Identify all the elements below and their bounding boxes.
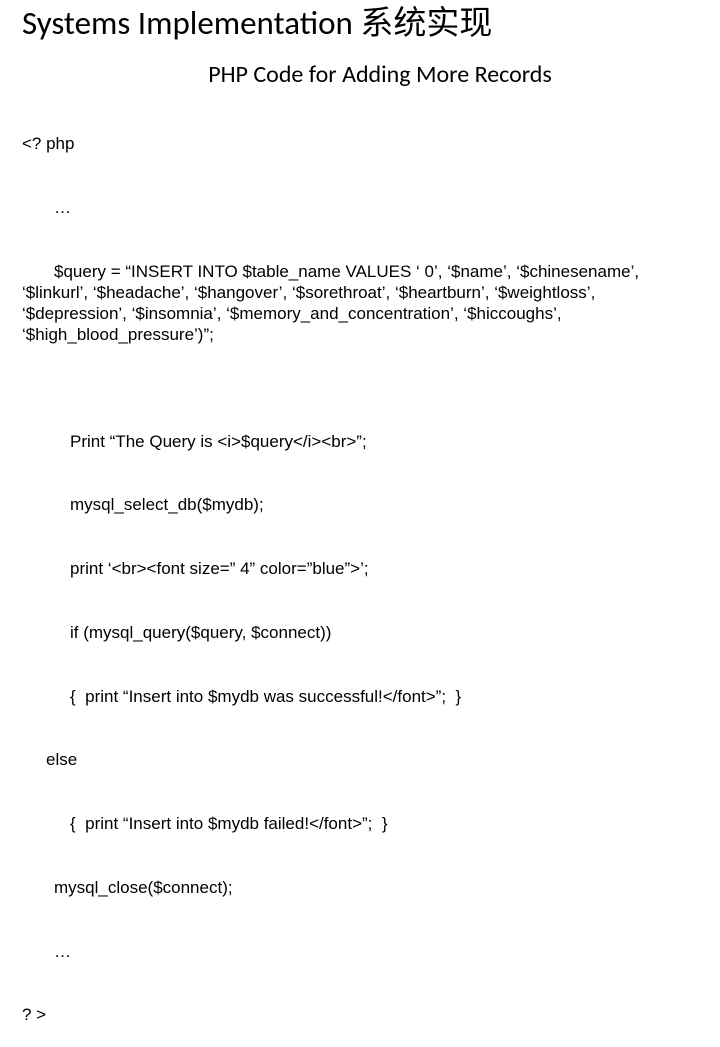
code-block: <? php … $query = “INSERT INTO $table_na… — [22, 91, 698, 1047]
code-line: … — [54, 197, 698, 218]
code-line: print ‘<br><font size=” 4” color=”blue”>… — [70, 558, 698, 579]
slide-subtitle: PHP Code for Adding More Records — [62, 60, 698, 89]
code-line: { print “Insert into $mydb was successfu… — [70, 686, 698, 707]
code-line: mysql_close($connect); — [54, 877, 698, 898]
code-line: { print “Insert into $mydb failed!</font… — [70, 813, 698, 834]
slide-title: Systems Implementation 系统实现 — [22, 4, 698, 44]
code-line: … — [54, 941, 698, 962]
code-line: $query = “INSERT INTO $table_name VALUES… — [22, 261, 698, 346]
code-line: if (mysql_query($query, $connect)) — [70, 622, 698, 643]
code-line: ? > — [22, 1004, 698, 1025]
code-line: else — [46, 749, 698, 770]
code-line: mysql_select_db($mydb); — [70, 494, 698, 515]
code-line: Print “The Query is <i>$query</i><br>”; — [70, 431, 698, 452]
code-line: <? php — [22, 133, 698, 154]
